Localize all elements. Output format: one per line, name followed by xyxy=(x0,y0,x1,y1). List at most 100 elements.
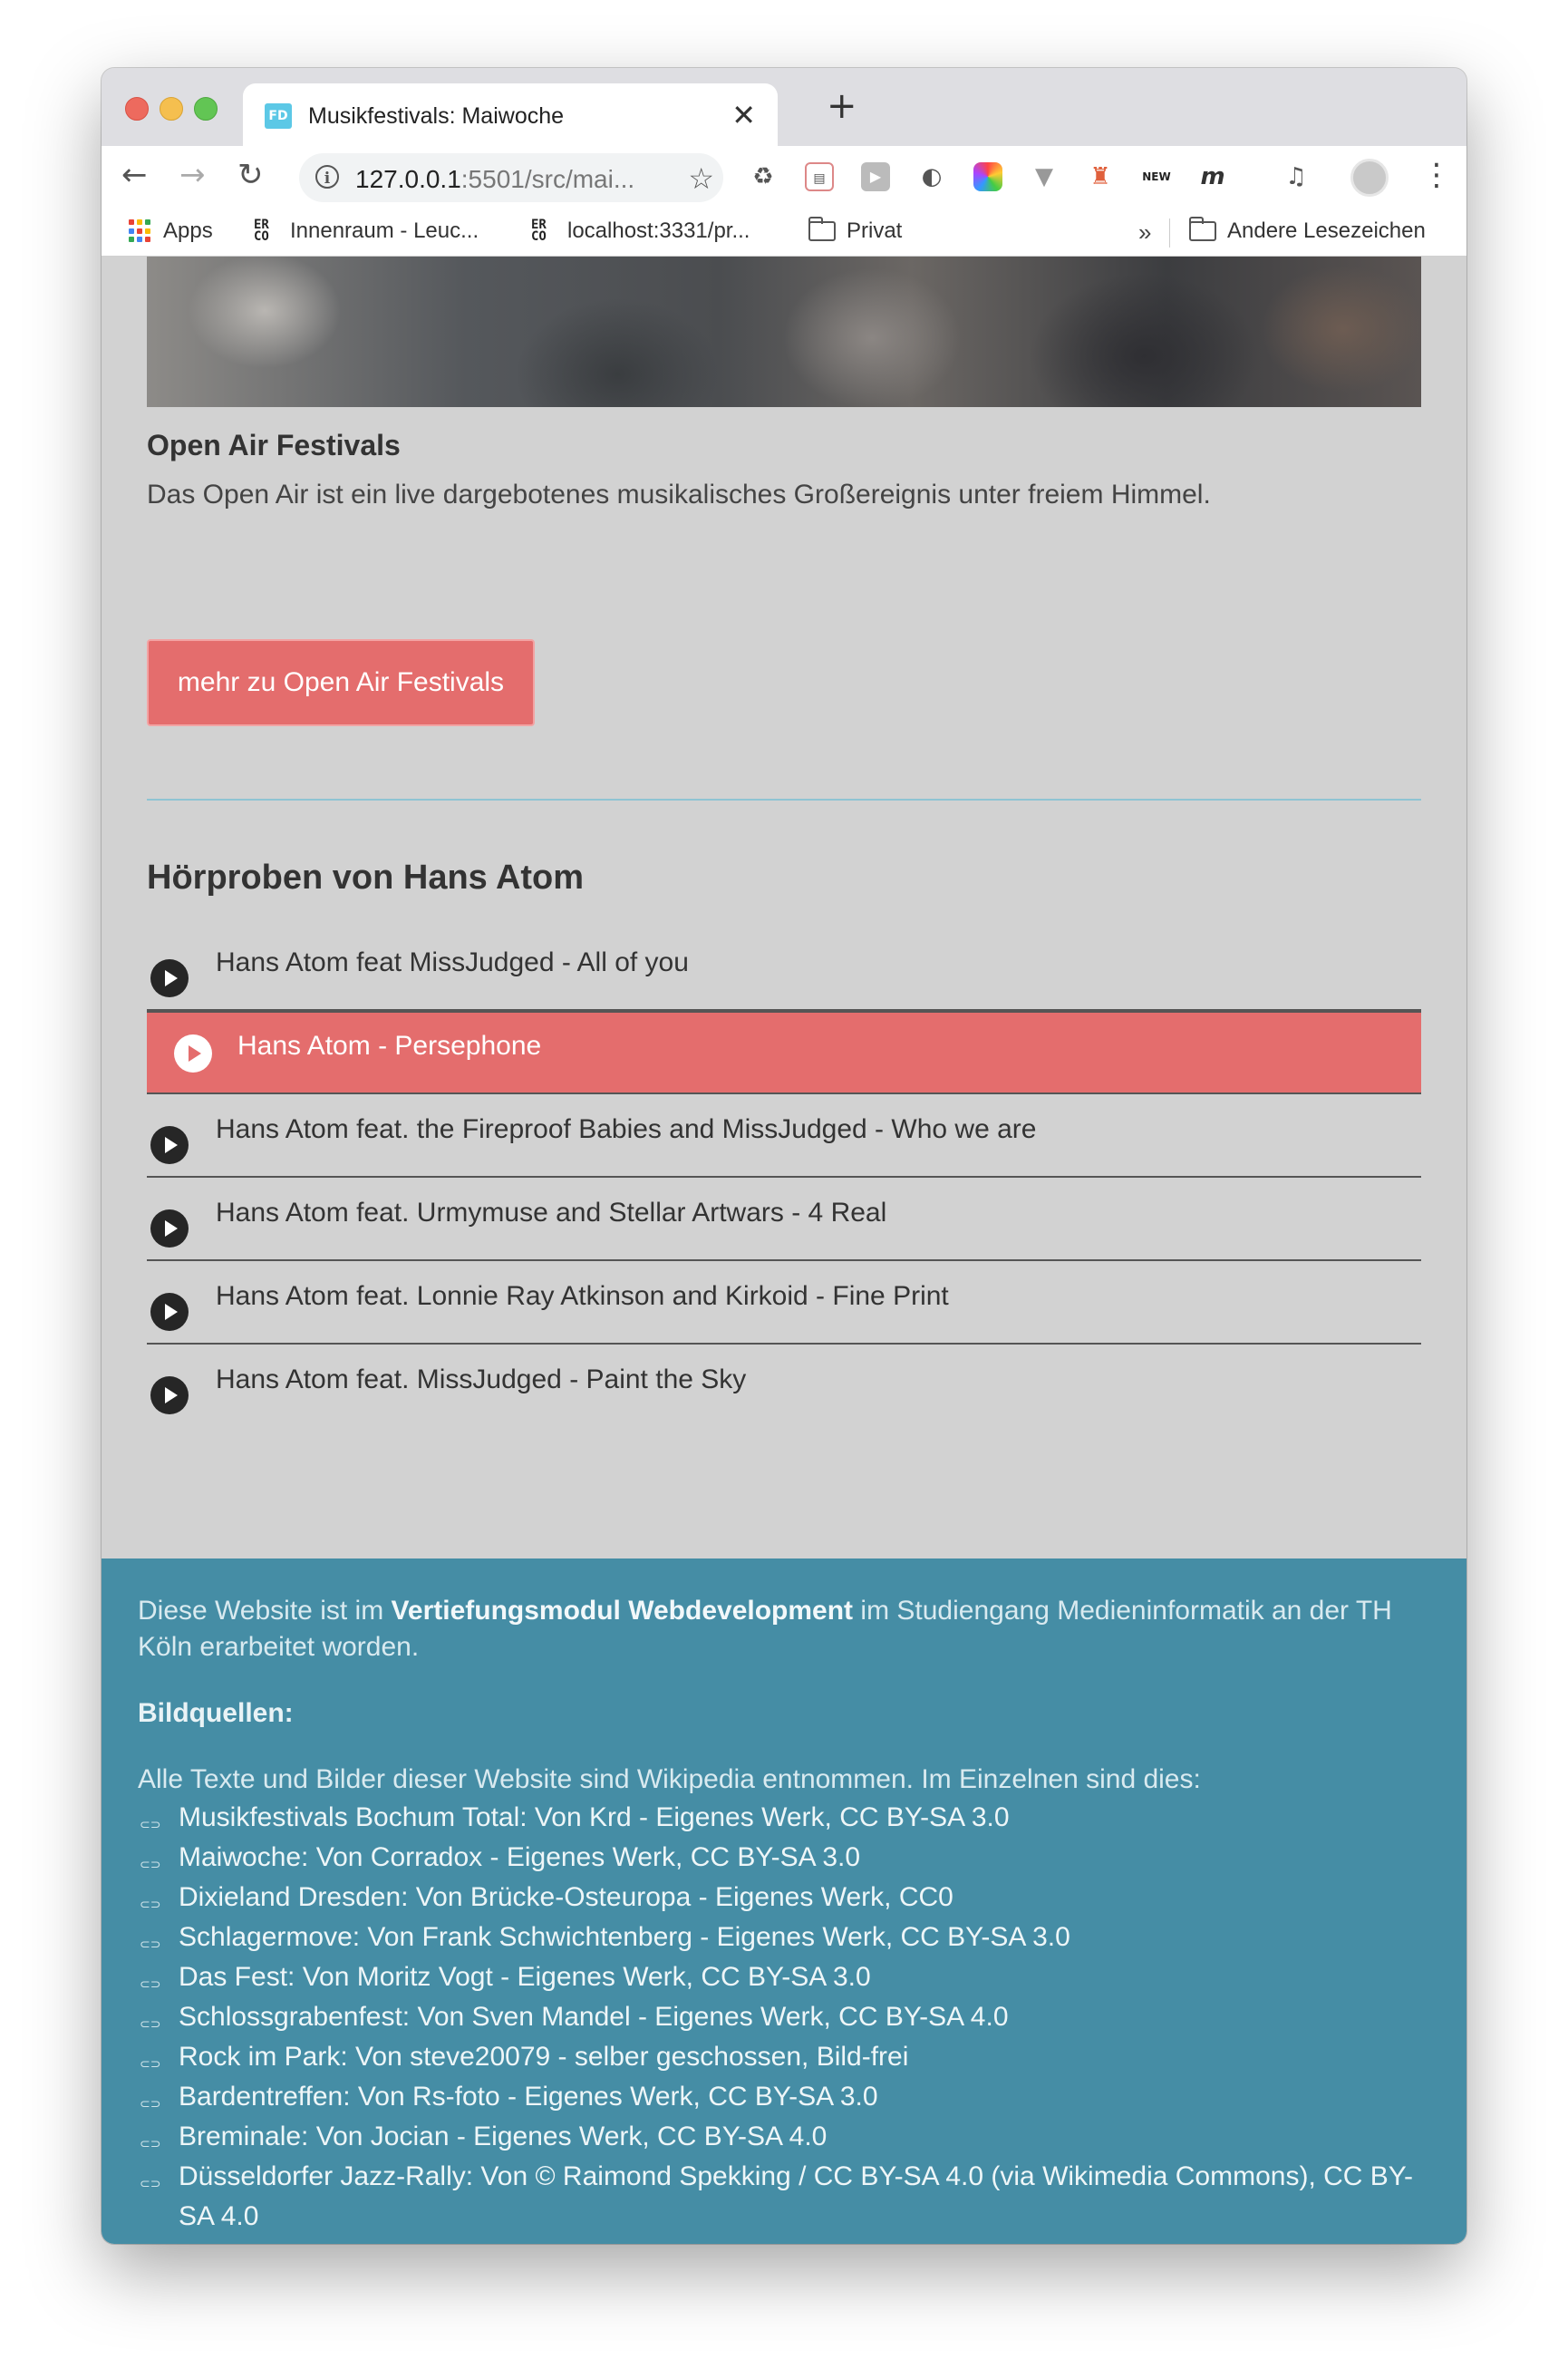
playlist-track[interactable]: Hans Atom - Persephone xyxy=(147,1011,1421,1094)
address-bar[interactable]: i 127.0.0.1:5501/src/mai... ☆ xyxy=(299,153,723,202)
bookmark-innenraum[interactable]: ER CO Innenraum - Leuc... xyxy=(254,218,479,244)
color-picker-extension-icon[interactable] xyxy=(973,162,1002,191)
source-link[interactable]: ⊂⊃ Rock im Park: Von steve20079 - selber … xyxy=(138,2037,1425,2077)
source-text: Schlossgrabenfest: Von Sven Mandel - Eig… xyxy=(179,2002,1009,2032)
play-icon[interactable] xyxy=(174,1034,212,1073)
profile-avatar[interactable] xyxy=(1350,159,1389,197)
playlist-track[interactable]: Hans Atom feat. Urmymuse and Stellar Art… xyxy=(147,1178,1421,1261)
source-text: Das Fest: Von Moritz Vogt - Eigenes Werk… xyxy=(179,1962,871,1992)
back-icon[interactable]: ← xyxy=(121,157,148,193)
bookmark-label: Innenraum - Leuc... xyxy=(290,218,479,243)
bookmark-label: Andere Lesezeichen xyxy=(1227,218,1426,243)
source-link[interactable]: ⊂⊃ Bardentreffen: Von Rs-foto - Eigenes W… xyxy=(138,2077,1425,2117)
card-text: Das Open Air ist ein live dargebotenes m… xyxy=(147,480,1211,510)
footer: Diese Website ist im Vertiefungsmodul We… xyxy=(102,1558,1466,2244)
sources-list: ⊂⊃ Musikfestivals Bochum Total: Von Krd -… xyxy=(138,1798,1425,2244)
bookmark-other[interactable]: Andere Lesezeichen xyxy=(1189,217,1426,244)
source-link[interactable]: ⊂⊃ Breminale: Von Jocian - Eigenes Werk, … xyxy=(138,2117,1425,2157)
source-link[interactable]: ⊂⊃ Das Fest: Von Moritz Vogt - Eigenes We… xyxy=(138,1957,1425,1997)
recycle-extension-icon[interactable]: ♻ xyxy=(749,162,778,191)
source-text: Rock im Park: Von steve20079 - selber ge… xyxy=(179,2042,909,2072)
bookmark-star-icon[interactable]: ☆ xyxy=(688,161,714,196)
sources-intro: Alle Texte und Bilder dieser Website sin… xyxy=(138,1764,1201,1794)
new-extension-icon[interactable]: NEW xyxy=(1142,162,1171,191)
minimize-window-button[interactable] xyxy=(160,97,183,121)
bookmarks-separator xyxy=(1169,218,1170,248)
playlist: Hans Atom feat MissJudged - All of you Ha… xyxy=(147,927,1421,1428)
playlist-track[interactable]: Hans Atom feat MissJudged - All of you xyxy=(147,927,1421,1011)
bookmark-label: Privat xyxy=(847,218,903,243)
browser-window: FD Musikfestivals: Maiwoche ✕ + ← → ↻ i … xyxy=(102,68,1466,2244)
card-title: Open Air Festivals xyxy=(147,429,401,461)
link-icon: ⊂⊃ xyxy=(140,2177,161,2191)
source-link[interactable]: ⊂⊃ Dixieland Dresden: Von Brücke-Osteurop… xyxy=(138,1878,1425,1918)
source-link[interactable]: ⊂⊃ Musikfestivals Bochum Total: Von Krd -… xyxy=(138,1798,1425,1838)
section-divider xyxy=(147,799,1421,801)
source-text: Musikfestivals Bochum Total: Von Krd - E… xyxy=(179,1802,1010,1832)
source-text: Maiwoche Maiwoche - The Rattles: Von Tho… xyxy=(179,2241,1211,2244)
tab-strip: FD Musikfestivals: Maiwoche ✕ + xyxy=(102,68,1466,146)
track-label: Hans Atom feat. Lonnie Ray Atkinson and … xyxy=(216,1281,949,1311)
calendar-extension-icon[interactable]: ▤ xyxy=(805,162,834,191)
tab-close-icon[interactable]: ✕ xyxy=(731,98,756,132)
screencast-extension-icon[interactable]: ▶ xyxy=(861,162,890,191)
source-link[interactable]: ⊂⊃ Schlossgrabenfest: Von Sven Mandel - E… xyxy=(138,1997,1425,2037)
more-open-air-button[interactable]: mehr zu Open Air Festivals xyxy=(147,639,535,726)
bookmark-label: localhost:3331/pr... xyxy=(567,218,750,243)
track-label: Hans Atom feat MissJudged - All of you xyxy=(216,947,689,977)
source-link[interactable]: ⊂⊃ Düsseldorfer Jazz-Rally: Von © Raimond… xyxy=(138,2157,1425,2237)
bookmark-privat[interactable]: Privat xyxy=(808,217,903,244)
source-text: Düsseldorfer Jazz-Rally: Von © Raimond S… xyxy=(179,2161,1414,2231)
source-text: Breminale: Von Jocian - Eigenes Werk, CC… xyxy=(179,2122,828,2151)
source-text: Bardentreffen: Von Rs-foto - Eigenes Wer… xyxy=(179,2082,878,2112)
active-tab[interactable]: FD Musikfestivals: Maiwoche ✕ xyxy=(243,83,778,146)
m-extension-icon[interactable]: m xyxy=(1198,162,1227,191)
bookmarks-overflow-icon[interactable]: » xyxy=(1138,218,1151,247)
play-icon[interactable] xyxy=(150,1376,189,1414)
site-info-icon[interactable]: i xyxy=(315,165,339,189)
footer-note: Diese Website ist im Vertiefungsmodul We… xyxy=(138,1596,1392,1662)
playlist-title: Hörproben von Hans Atom xyxy=(147,859,585,897)
playlist-track[interactable]: Hans Atom feat. MissJudged - Paint the S… xyxy=(147,1345,1421,1428)
track-label: Hans Atom feat. Urmymuse and Stellar Art… xyxy=(216,1198,887,1228)
tab-title: Musikfestivals: Maiwoche xyxy=(308,103,565,129)
circle-extension-icon[interactable]: ◐ xyxy=(917,162,946,191)
playlist-track[interactable]: Hans Atom feat. the Fireproof Babies and… xyxy=(147,1094,1421,1178)
source-text: Dixieland Dresden: Von Brücke-Osteuropa … xyxy=(179,1882,953,1912)
source-text: Schlagermove: Von Frank Schwichtenberg -… xyxy=(179,1922,1070,1952)
bookmark-localhost[interactable]: ER CO localhost:3331/pr... xyxy=(531,218,750,244)
source-link[interactable]: ⊂⊃ Schlagermove: Von Frank Schwichtenberg… xyxy=(138,1918,1425,1957)
browser-menu-icon[interactable]: ⋮ xyxy=(1421,157,1452,193)
source-link[interactable]: ⊂⊃ Maiwoche: Von Corradox - Eigenes Werk,… xyxy=(138,1838,1425,1878)
play-icon[interactable] xyxy=(150,1209,189,1248)
browser-toolbar: ← → ↻ i 127.0.0.1:5501/src/mai... ☆ ♻ ▤ … xyxy=(102,146,1466,209)
reload-icon[interactable]: ↻ xyxy=(237,157,264,193)
source-link[interactable]: ⊂⊃Maiwoche Maiwoche - The Rattles: Von T… xyxy=(138,2237,1425,2244)
bookmarks-bar: Apps ER CO Innenraum - Leuc... ER CO local… xyxy=(102,209,1466,257)
play-icon[interactable] xyxy=(150,1126,189,1164)
new-tab-icon[interactable]: + xyxy=(827,88,857,124)
bookmark-apps[interactable]: Apps xyxy=(129,218,213,244)
bookmark-label: Apps xyxy=(163,218,213,243)
track-label: Hans Atom - Persephone xyxy=(237,1031,542,1061)
maximize-window-button[interactable] xyxy=(194,97,218,121)
media-queue-icon[interactable]: ♫ xyxy=(1282,162,1311,191)
er-icon: ER CO xyxy=(531,218,547,244)
url-text: 127.0.0.1:5501/src/mai... xyxy=(355,165,635,193)
forward-icon[interactable]: → xyxy=(179,157,206,193)
playlist-track[interactable]: Hans Atom feat. Lonnie Ray Atkinson and … xyxy=(147,1261,1421,1345)
track-label: Hans Atom feat. MissJudged - Paint the S… xyxy=(216,1364,747,1394)
hero-image xyxy=(147,257,1421,407)
source-text: Maiwoche: Von Corradox - Eigenes Werk, C… xyxy=(179,1842,861,1872)
folder-icon xyxy=(808,217,836,241)
folder-icon xyxy=(1189,217,1216,241)
lighthouse-extension-icon[interactable]: ♜ xyxy=(1086,162,1115,191)
play-icon[interactable] xyxy=(150,1293,189,1331)
vue-extension-icon[interactable]: ▼ xyxy=(1030,162,1059,191)
close-window-button[interactable] xyxy=(125,97,149,121)
er-icon: ER CO xyxy=(254,218,269,244)
page-viewport: Open Air Festivals Das Open Air ist ein … xyxy=(102,257,1466,2244)
apps-grid-icon xyxy=(129,219,152,243)
track-label: Hans Atom feat. the Fireproof Babies and… xyxy=(216,1114,1037,1144)
play-icon[interactable] xyxy=(150,959,189,997)
